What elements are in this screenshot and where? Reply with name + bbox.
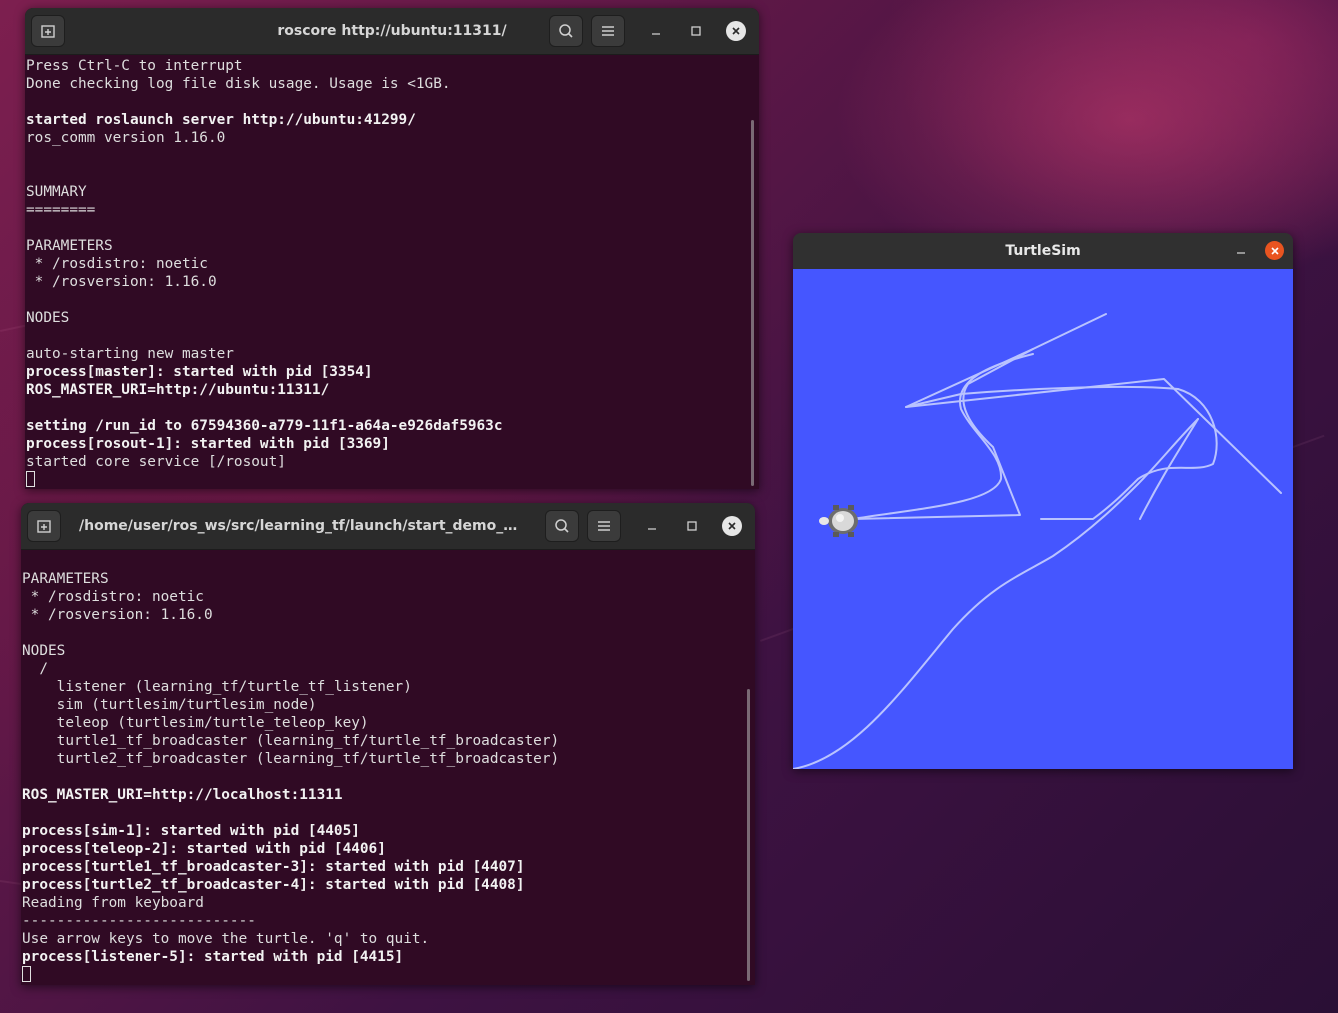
terminal-line: sim (turtlesim/turtlesim_node): [22, 697, 317, 713]
terminal-line: process[listener-5]: started with pid [4…: [22, 949, 404, 965]
terminal-prompt-line[interactable]: [26, 471, 759, 489]
terminal-line: PARAMETERS: [26, 238, 113, 254]
search-button[interactable]: [549, 15, 583, 47]
terminal-line: ros_comm version 1.16.0: [26, 130, 226, 146]
terminal-line: teleop (turtlesim/turtle_teleop_key): [22, 715, 369, 731]
terminal-line: Reading from keyboard: [22, 895, 204, 911]
terminal-line: process[turtle2_tf_broadcaster-4]: start…: [22, 877, 525, 893]
search-button[interactable]: [545, 510, 579, 542]
window-title: roscore http://ubuntu:11311/: [277, 23, 507, 39]
new-tab-icon: [41, 25, 55, 38]
maximize-icon: [691, 26, 701, 36]
close-button[interactable]: [722, 516, 742, 536]
minimize-button[interactable]: [646, 21, 666, 41]
terminal-output[interactable]: PARAMETERS * /rosdistro: noetic * /rosve…: [21, 570, 755, 985]
minimize-button[interactable]: [642, 516, 662, 536]
new-tab-button[interactable]: [27, 510, 61, 542]
terminal-line: Use arrow keys to move the turtle. 'q' t…: [22, 931, 430, 947]
terminal-line: SUMMARY: [26, 184, 87, 200]
turtlesim-headerbar[interactable]: TurtleSim: [793, 233, 1293, 269]
close-button[interactable]: [1265, 241, 1284, 260]
terminal-line: /: [22, 661, 48, 677]
maximize-icon: [687, 521, 697, 531]
turtlesim-window[interactable]: TurtleSim: [793, 233, 1293, 769]
hamburger-menu-icon: [598, 521, 610, 531]
terminal-output[interactable]: Press Ctrl-C to interrupt Done checking l…: [25, 57, 759, 489]
window-title: /home/user/ros_ws/src/learning_tf/launch…: [79, 518, 529, 534]
text-cursor: [22, 966, 31, 982]
maximize-button[interactable]: [686, 21, 706, 41]
terminal-line: * /rosdistro: noetic: [26, 256, 208, 272]
text-cursor: [26, 471, 35, 487]
new-tab-icon: [37, 520, 51, 533]
terminal-line: process[sim-1]: started with pid [4405]: [22, 823, 360, 839]
terminal-line: ========: [26, 202, 96, 218]
minimize-icon: [1237, 252, 1245, 254]
search-icon: [555, 519, 569, 533]
terminal-line: ROS_MASTER_URI=http://ubuntu:11311/: [26, 382, 330, 398]
terminal-line: setting /run_id to 67594360-a779-11f1-a6…: [26, 418, 503, 434]
terminal-line: * /rosversion: 1.16.0: [26, 274, 217, 290]
terminal-line: ---------------------------: [22, 913, 256, 929]
maximize-button[interactable]: [682, 516, 702, 536]
terminal-line: listener (learning_tf/turtle_tf_listener…: [22, 679, 412, 695]
terminal-line: auto-starting new master: [26, 346, 234, 362]
terminal-line: started core service [/rosout]: [26, 454, 286, 470]
menu-button[interactable]: [591, 15, 625, 47]
terminal-line: Done checking log file disk usage. Usage…: [26, 76, 451, 92]
terminal-line: Press Ctrl-C to interrupt: [26, 58, 243, 74]
terminal-line: * /rosdistro: noetic: [22, 589, 204, 605]
close-icon: [728, 522, 736, 530]
terminal-headerbar[interactable]: /home/user/ros_ws/src/learning_tf/launch…: [21, 503, 755, 550]
terminal-line: process[master]: started with pid [3354]: [26, 364, 373, 380]
minimize-icon: [652, 33, 660, 35]
terminal-line: process[teleop-2]: started with pid [440…: [22, 841, 386, 857]
minimize-icon: [648, 528, 656, 530]
terminal-line: process[rosout-1]: started with pid [336…: [26, 436, 390, 452]
terminal-line: process[turtle1_tf_broadcaster-3]: start…: [22, 859, 525, 875]
terminal-headerbar[interactable]: roscore http://ubuntu:11311/: [25, 8, 759, 55]
turtlesim-canvas: [793, 269, 1293, 769]
scrollbar[interactable]: [751, 120, 754, 486]
scrollbar[interactable]: [747, 689, 750, 981]
close-button[interactable]: [726, 21, 746, 41]
minimize-button[interactable]: [1231, 241, 1251, 261]
terminal-line: ROS_MASTER_URI=http://localhost:11311: [22, 787, 343, 803]
menu-button[interactable]: [587, 510, 621, 542]
terminal-line: PARAMETERS: [22, 571, 109, 587]
new-tab-button[interactable]: [31, 15, 65, 47]
terminal-line: NODES: [26, 310, 70, 326]
terminal-line: started roslaunch server http://ubuntu:4…: [26, 112, 416, 128]
terminal-window-roscore[interactable]: roscore http://ubuntu:11311/ Press Ctrl-…: [25, 8, 759, 489]
terminal-line: turtle2_tf_broadcaster (learning_tf/turt…: [22, 751, 560, 767]
terminal-prompt-line[interactable]: [22, 966, 755, 984]
terminal-line: turtle1_tf_broadcaster (learning_tf/turt…: [22, 733, 560, 749]
close-icon: [1270, 246, 1279, 255]
terminal-line: * /rosversion: 1.16.0: [22, 607, 213, 623]
terminal-window-launch[interactable]: /home/user/ros_ws/src/learning_tf/launch…: [21, 503, 755, 985]
close-icon: [732, 27, 740, 35]
window-title: TurtleSim: [1005, 243, 1081, 259]
terminal-line: NODES: [22, 643, 66, 659]
hamburger-menu-icon: [602, 26, 614, 36]
search-icon: [559, 24, 573, 38]
